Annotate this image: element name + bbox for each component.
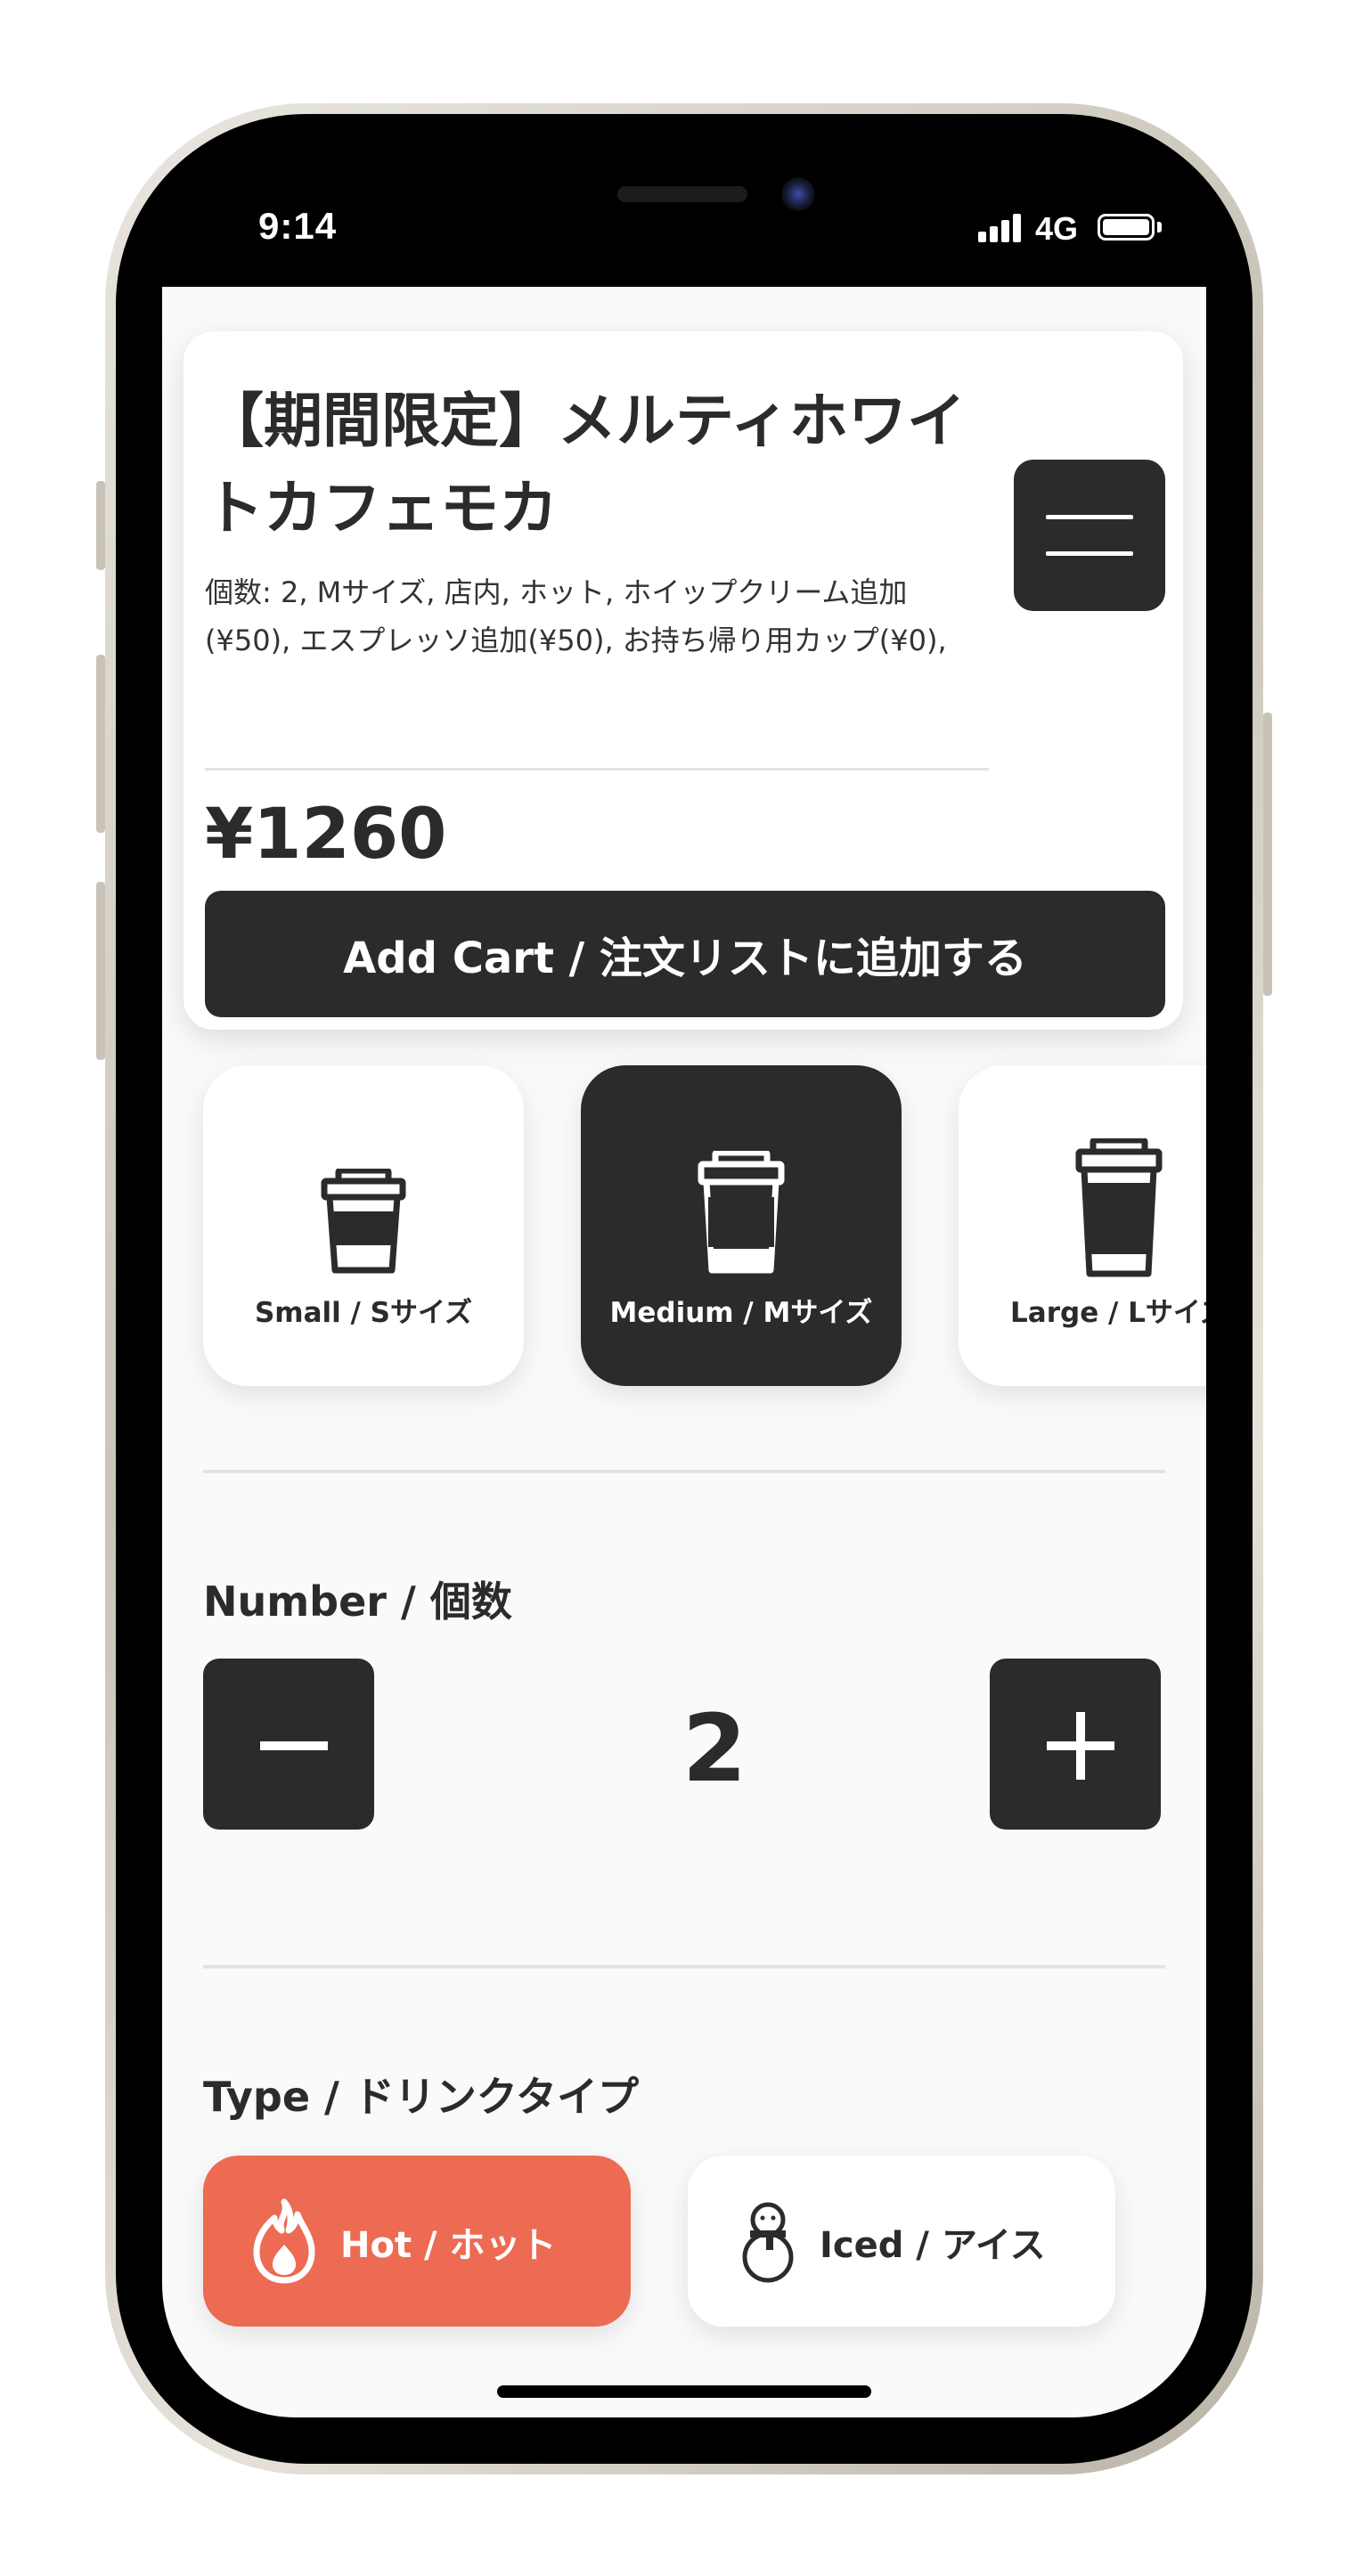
drink-type-section-title: Type / ドリンクタイプ xyxy=(203,2073,640,2121)
power-button xyxy=(1263,713,1272,996)
size-label: Medium / Mサイズ xyxy=(609,1297,873,1329)
type-label: Iced / アイス xyxy=(820,2225,1046,2266)
size-option-small[interactable]: Small / Sサイズ xyxy=(203,1065,524,1386)
add-cart-button[interactable]: Add Cart / 注文リストに追加する xyxy=(205,891,1165,1017)
hamburger-icon xyxy=(1046,515,1133,519)
network-type: 4G xyxy=(1035,210,1079,247)
silent-switch xyxy=(96,481,105,570)
cup-medium-icon xyxy=(698,1151,785,1274)
minus-icon xyxy=(260,1741,328,1750)
size-label: Large / Lサイズ xyxy=(1010,1297,1206,1329)
status-time: 9:14 xyxy=(258,205,338,247)
flame-icon xyxy=(253,2198,315,2284)
type-label: Hot / ホット xyxy=(340,2225,557,2266)
menu-button[interactable] xyxy=(1014,460,1165,611)
type-option-hot[interactable]: Hot / ホット xyxy=(203,2156,631,2327)
volume-down-button xyxy=(96,882,105,1060)
card-divider xyxy=(205,768,989,770)
cup-large-icon xyxy=(1075,1138,1163,1277)
hamburger-icon-bar xyxy=(1046,551,1133,556)
type-option-iced[interactable]: Iced / アイス xyxy=(688,2156,1115,2327)
earpiece-speaker xyxy=(617,186,747,202)
section-divider xyxy=(203,1470,1165,1473)
front-camera xyxy=(781,177,815,211)
product-summary-card: 【期間限定】メルティホワイトカフェモカ 個数: 2, Mサイズ, 店内, ホット… xyxy=(184,331,1183,1030)
increment-button[interactable] xyxy=(990,1659,1161,1830)
product-title: 【期間限定】メルティホワイトカフェモカ xyxy=(205,387,967,542)
size-label: Small / Sサイズ xyxy=(254,1297,473,1329)
size-option-large[interactable]: Large / Lサイズ xyxy=(959,1065,1206,1386)
snowman-icon xyxy=(742,2202,794,2283)
total-price: ¥1260 xyxy=(205,795,447,875)
cup-small-icon xyxy=(321,1169,406,1274)
battery-icon xyxy=(1098,214,1155,240)
app-screen: 【期間限定】メルティホワイトカフェモカ 個数: 2, Mサイズ, 店内, ホット… xyxy=(162,287,1206,2417)
home-indicator xyxy=(497,2385,871,2398)
volume-up-button xyxy=(96,655,105,833)
size-option-medium[interactable]: Medium / Mサイズ xyxy=(581,1065,902,1386)
decrement-button[interactable] xyxy=(203,1659,374,1830)
section-divider xyxy=(203,1965,1165,1969)
signal-icon xyxy=(978,212,1024,242)
plus-icon xyxy=(1047,1712,1114,1780)
quantity-section-title: Number / 個数 xyxy=(203,1577,512,1626)
selected-options-summary: 個数: 2, Mサイズ, 店内, ホット, ホイップクリーム追加(¥50), エ… xyxy=(205,575,947,657)
battery-tip xyxy=(1157,222,1162,232)
quantity-value: 2 xyxy=(682,1694,747,1803)
